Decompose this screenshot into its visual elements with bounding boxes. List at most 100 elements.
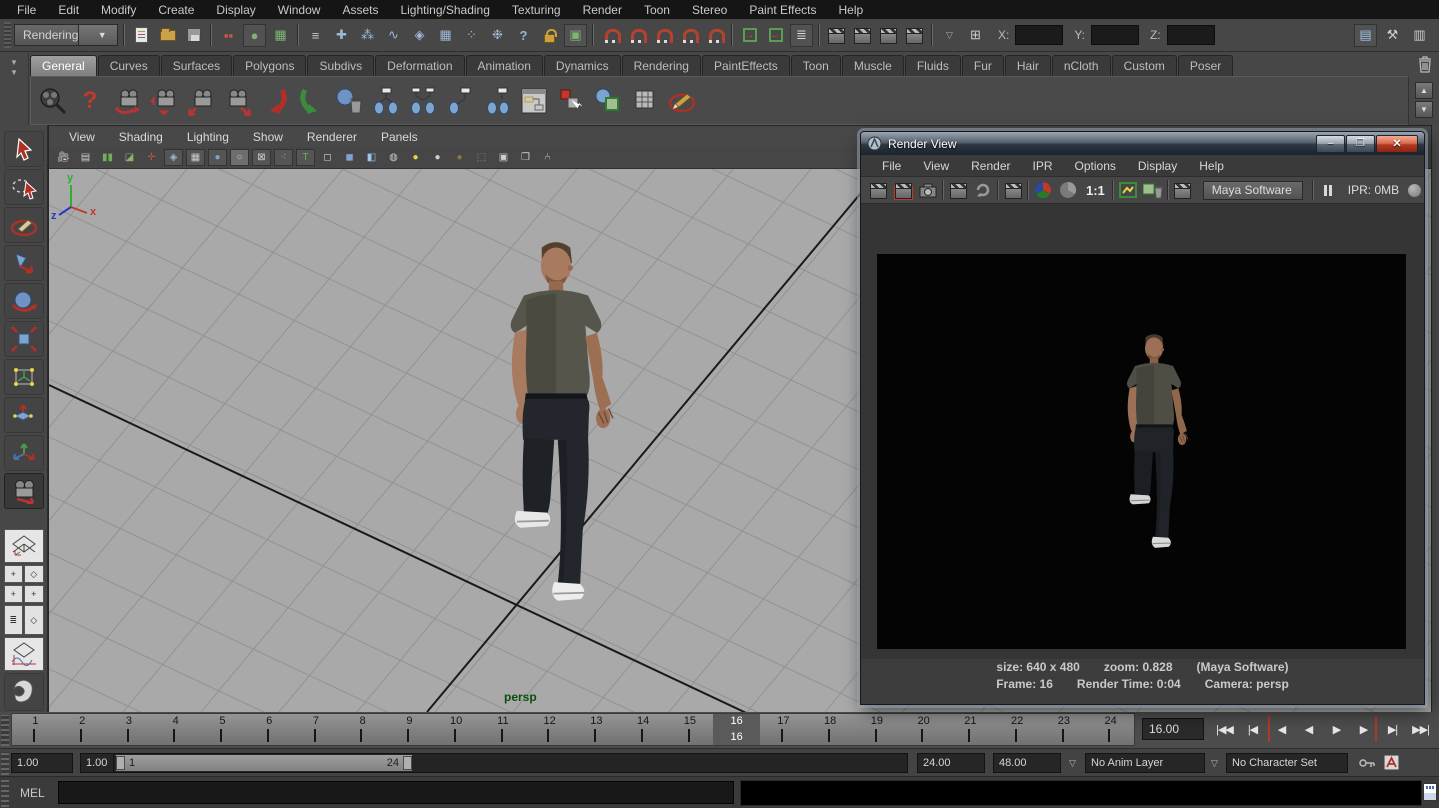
shelf-tab-surfaces[interactable]: Surfaces: [161, 55, 232, 76]
gate-mask-icon[interactable]: ○: [230, 149, 249, 166]
use-all-lights-icon[interactable]: ●: [406, 149, 425, 166]
last-tool-camera[interactable]: [4, 473, 44, 509]
menu-file[interactable]: File: [6, 3, 47, 17]
frame-5[interactable]: 5: [199, 714, 246, 745]
frame-7[interactable]: 7: [293, 714, 340, 745]
go-to-playback-end-button[interactable]: ▶▶|: [1408, 716, 1433, 742]
input-connections-icon[interactable]: →: [738, 24, 761, 47]
menu-display[interactable]: Display: [205, 3, 266, 17]
shelf-tab-ncloth[interactable]: nCloth: [1052, 55, 1111, 76]
rgb-channels-icon[interactable]: [1032, 179, 1054, 201]
layout-four-pane-button[interactable]: +◇: [4, 565, 44, 583]
frame-13[interactable]: 13: [573, 714, 620, 745]
frame-18[interactable]: 18: [807, 714, 854, 745]
frame-11[interactable]: 11: [480, 714, 527, 745]
help-icon[interactable]: ?: [73, 84, 107, 118]
frame-16[interactable]: 16: [713, 714, 760, 745]
shelf-tab-deformation[interactable]: Deformation: [375, 55, 464, 76]
play-backwards-button[interactable]: ◀: [1296, 716, 1321, 742]
rv-menu-options[interactable]: Options: [1064, 159, 1127, 173]
film-gate-icon[interactable]: ▦: [186, 149, 205, 166]
separate-panel-icon[interactable]: ❐: [516, 149, 535, 166]
mel-command-input[interactable]: [58, 781, 734, 804]
anim-layer-dropdown-icon[interactable]: ▽: [1069, 758, 1076, 769]
group-nodes-icon[interactable]: [406, 84, 440, 118]
rv-menu-file[interactable]: File: [871, 159, 912, 173]
construction-history-icon[interactable]: ≣: [790, 24, 813, 47]
shelf-tab-fur[interactable]: Fur: [962, 55, 1004, 76]
shelf-tab-polygons[interactable]: Polygons: [233, 55, 306, 76]
xray-icon[interactable]: ▣: [494, 149, 513, 166]
menu-toon[interactable]: Toon: [633, 3, 681, 17]
selection-filter-icon[interactable]: ≡: [304, 24, 327, 47]
menu-assets[interactable]: Assets: [331, 3, 389, 17]
redo-previous-render-icon[interactable]: [892, 179, 914, 201]
move-tool[interactable]: [4, 245, 44, 281]
set-key-icon[interactable]: [1359, 757, 1376, 769]
joint-xray-icon[interactable]: ⑃: [538, 149, 557, 166]
menu-paint-effects[interactable]: Paint Effects: [738, 3, 827, 17]
no-lights-icon[interactable]: ●: [450, 149, 469, 166]
delete-unused-icon[interactable]: [332, 84, 366, 118]
alpha-channel-icon[interactable]: [1057, 179, 1079, 201]
ipr-render-icon[interactable]: [947, 179, 969, 201]
layout-persp-graph-button[interactable]: [4, 637, 44, 671]
z-coord-field[interactable]: [1167, 25, 1215, 45]
close-button[interactable]: ✕: [1376, 135, 1418, 153]
resolution-gate-icon[interactable]: ●: [208, 149, 227, 166]
snap-to-joint-icon[interactable]: ⁂: [356, 24, 379, 47]
render-settings-icon[interactable]: [903, 24, 926, 47]
frame-19[interactable]: 19: [854, 714, 901, 745]
rv-menu-view[interactable]: View: [912, 159, 960, 173]
menu-modify[interactable]: Modify: [90, 3, 147, 17]
maximize-button[interactable]: ❐: [1346, 135, 1375, 153]
menu-render[interactable]: Render: [572, 3, 633, 17]
range-slider-grip[interactable]: [1, 752, 9, 775]
hypergraph-layout-button[interactable]: [4, 673, 44, 711]
tumble-camera-icon[interactable]: 🎥︎: [54, 149, 73, 166]
minimize-button[interactable]: –: [1316, 135, 1345, 153]
panel-menu-shading[interactable]: Shading: [107, 130, 175, 144]
output-connections-icon[interactable]: ←: [764, 24, 787, 47]
range-end-handle[interactable]: [403, 756, 412, 770]
time-slider-ticks[interactable]: 123456789101112131415161718192021222324: [11, 713, 1135, 746]
snapshot-icon[interactable]: [917, 179, 939, 201]
play-forwards-button[interactable]: ▶: [1324, 716, 1349, 742]
menu-edit[interactable]: Edit: [47, 3, 90, 17]
snap-to-curve-icon[interactable]: ∿: [382, 24, 405, 47]
lock-selection-icon[interactable]: [538, 24, 561, 47]
shelf-tab-subdivs[interactable]: Subdivs: [307, 55, 374, 76]
panel-menu-panels[interactable]: Panels: [369, 130, 430, 144]
grid-toggle-icon[interactable]: ◈: [164, 149, 183, 166]
camera-attributes-icon[interactable]: ▤: [76, 149, 95, 166]
render-icon[interactable]: [867, 179, 889, 201]
shelf-tab-rendering[interactable]: Rendering: [622, 55, 701, 76]
frame-10[interactable]: 10: [433, 714, 480, 745]
emitter-icon[interactable]: ❉: [486, 24, 509, 47]
render-globals-icon[interactable]: [36, 84, 70, 118]
menu-stereo[interactable]: Stereo: [681, 3, 738, 17]
menu-lighting-shading[interactable]: Lighting/Shading: [389, 3, 500, 17]
range-start-handle[interactable]: [116, 756, 125, 770]
toolbar-grip[interactable]: [4, 22, 11, 48]
playback-end-field[interactable]: [917, 753, 985, 773]
new-scene-icon[interactable]: [130, 24, 153, 47]
shelf-tab-animation[interactable]: Animation: [466, 55, 543, 76]
redo-icon[interactable]: [295, 84, 329, 118]
lasso-select-tool[interactable]: [4, 169, 44, 205]
shelf-scroll-down-icon[interactable]: ▼: [1415, 101, 1433, 118]
menu-texturing[interactable]: Texturing: [501, 3, 572, 17]
time-slider-grip[interactable]: [1, 715, 9, 746]
select-by-hierarchy-icon[interactable]: ▪▪: [217, 24, 240, 47]
parent-node-icon[interactable]: [369, 84, 403, 118]
shelf-tab-poser[interactable]: Poser: [1178, 55, 1233, 76]
highlight-selection-icon[interactable]: ▣: [564, 24, 587, 47]
character-set-dropdown-icon[interactable]: ▽: [1211, 758, 1218, 769]
open-scene-icon[interactable]: [156, 24, 179, 47]
magnet-point-icon[interactable]: [651, 24, 674, 47]
help-line-icon[interactable]: ?: [512, 24, 535, 47]
textured-icon[interactable]: ◧: [362, 149, 381, 166]
frame-20[interactable]: 20: [900, 714, 947, 745]
safe-action-icon[interactable]: ⁖: [274, 149, 293, 166]
go-to-playback-start-button[interactable]: |◀◀: [1212, 716, 1237, 742]
